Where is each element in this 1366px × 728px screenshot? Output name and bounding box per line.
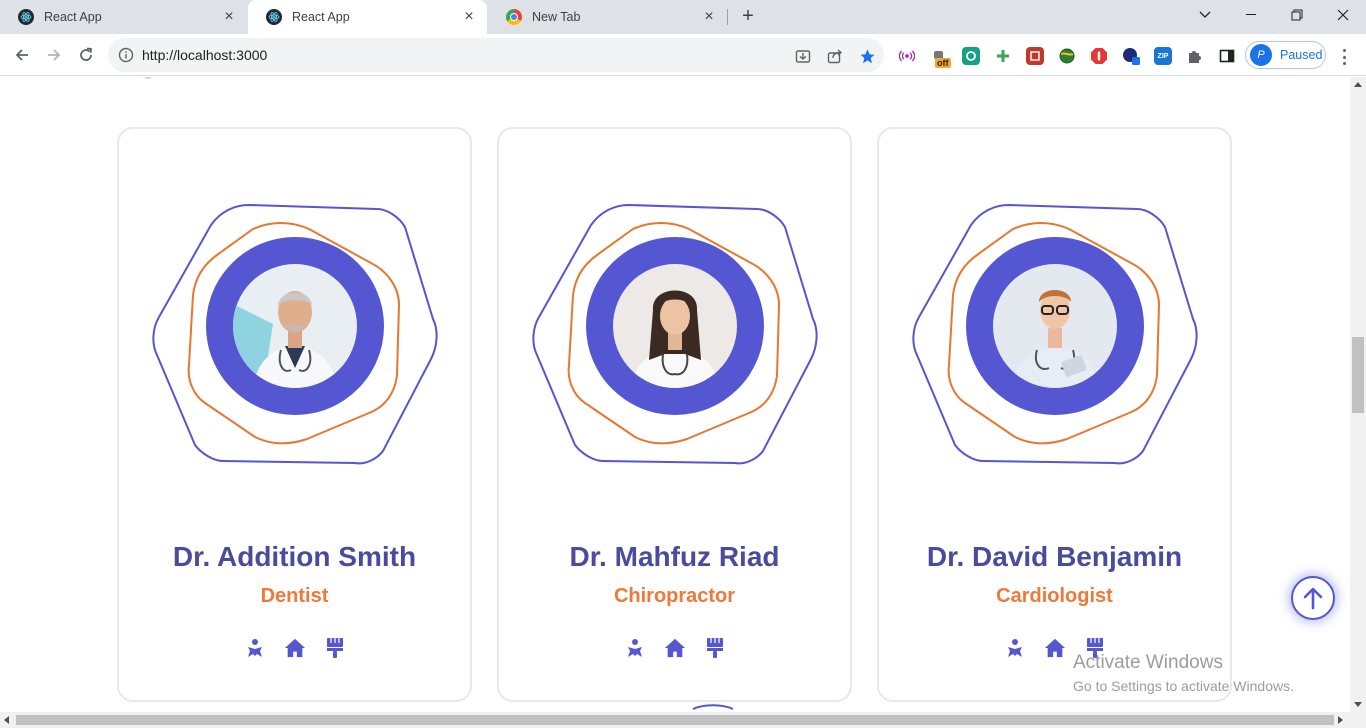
- reload-button[interactable]: [73, 42, 99, 68]
- avatar: P: [1250, 44, 1272, 66]
- doctor-card: Dr. Addition Smith Dentist: [117, 127, 472, 702]
- close-icon[interactable]: ×: [461, 9, 477, 25]
- share-button[interactable]: [826, 47, 844, 65]
- doctor-specialty: Chiropractor: [613, 585, 736, 607]
- tab-separator: [727, 9, 728, 25]
- tab-react-app-1[interactable]: React App ×: [0, 0, 247, 34]
- home-icon[interactable]: [284, 637, 306, 659]
- forward-button[interactable]: [41, 42, 67, 68]
- scroll-down-arrow[interactable]: [1354, 702, 1362, 707]
- horizontal-scrollbar[interactable]: [0, 712, 1366, 728]
- react-icon: [266, 9, 282, 25]
- arrow-up-icon: [1303, 587, 1323, 610]
- close-icon[interactable]: ×: [701, 9, 717, 25]
- social-links: [119, 637, 470, 659]
- browser-toolbar: http://localhost:3000 off ZIP P Paused: [0, 34, 1366, 76]
- doctor-photo: [613, 264, 737, 388]
- puzzle-red-extension-icon[interactable]: [1026, 47, 1044, 65]
- brush-icon[interactable]: [324, 637, 346, 659]
- doctor-photo: [993, 264, 1117, 388]
- decorative-wave: [692, 704, 734, 710]
- close-icon[interactable]: ×: [221, 9, 237, 25]
- doctor-specialty: Cardiologist: [996, 585, 1113, 607]
- decorative-dot: [144, 77, 152, 79]
- github-icon[interactable]: [1004, 637, 1026, 659]
- zip-badge: ZIP: [1157, 52, 1169, 60]
- restore-icon: [1291, 9, 1303, 21]
- star-icon: [859, 48, 875, 63]
- avatar-ring: [966, 237, 1144, 415]
- new-tab-button[interactable]: +: [738, 6, 758, 26]
- bookmark-button[interactable]: [858, 47, 876, 65]
- scroll-right-arrow[interactable]: [1338, 716, 1343, 724]
- doctor-name: Dr. Mahfuz Riad: [569, 541, 780, 572]
- scroll-left-arrow[interactable]: [4, 716, 9, 724]
- profile-status: Paused: [1280, 48, 1323, 62]
- windows-activation-watermark: Activate Windows Go to Settings to activ…: [1073, 652, 1294, 694]
- doctor-name: Dr. David Benjamin: [926, 541, 1183, 572]
- download-icon: [795, 50, 811, 63]
- adblock-extension-icon[interactable]: [1090, 47, 1108, 65]
- arrow-left-icon: [15, 49, 28, 61]
- url-text[interactable]: http://localhost:3000: [142, 47, 267, 63]
- page-content: Dr. Addition Smith Dentist Dr. Mahfuz Ri…: [0, 77, 1350, 712]
- scrollbar-thumb[interactable]: [16, 715, 1334, 725]
- close-window-button[interactable]: [1320, 0, 1366, 30]
- info-icon[interactable]: [118, 47, 134, 63]
- tab-title: React App: [292, 10, 350, 24]
- watermark-title: Activate Windows: [1073, 652, 1223, 673]
- arrow-right-icon: [48, 49, 61, 61]
- puzzle-icon: [1189, 51, 1201, 63]
- social-links: [499, 637, 850, 659]
- avatar-ring: [586, 237, 764, 415]
- react-icon: [18, 9, 34, 25]
- doctor-card: Dr. Mahfuz Riad Chiropractor: [497, 127, 852, 702]
- doctor-name: Dr. Addition Smith: [172, 541, 417, 572]
- back-button[interactable]: [9, 42, 35, 68]
- github-icon[interactable]: [624, 637, 646, 659]
- broadcast-extension-icon[interactable]: [898, 47, 916, 65]
- tool-extension-icon[interactable]: [1122, 47, 1140, 65]
- off-extension-icon[interactable]: off: [930, 47, 951, 68]
- minimize-icon: [1246, 14, 1256, 15]
- grammar-extension-icon[interactable]: [962, 47, 980, 65]
- install-app-button[interactable]: [794, 47, 812, 65]
- tab-search-button[interactable]: [1182, 0, 1228, 30]
- minimize-button[interactable]: [1228, 0, 1274, 30]
- brush-icon[interactable]: [704, 637, 726, 659]
- doctor-card: Dr. David Benjamin Cardiologist: [877, 127, 1232, 702]
- home-icon[interactable]: [664, 637, 686, 659]
- tab-react-app-2[interactable]: React App ×: [248, 0, 487, 34]
- doctor-specialty: Dentist: [260, 585, 329, 607]
- address-bar[interactable]: http://localhost:3000: [108, 38, 884, 72]
- reload-icon: [80, 47, 92, 61]
- plus-extension-icon[interactable]: [994, 47, 1012, 65]
- globe-extension-icon[interactable]: [1058, 47, 1076, 65]
- side-panel-icon: [1219, 49, 1235, 63]
- tab-new-tab[interactable]: New Tab ×: [488, 0, 727, 34]
- scrollbar-thumb[interactable]: [1352, 337, 1364, 413]
- extensions-menu-button[interactable]: [1186, 47, 1204, 65]
- tab-title: New Tab: [532, 10, 581, 24]
- side-panel-button[interactable]: [1218, 47, 1236, 65]
- restore-button[interactable]: [1274, 0, 1320, 30]
- scroll-up-arrow[interactable]: [1354, 82, 1362, 87]
- vertical-scrollbar[interactable]: [1350, 77, 1366, 712]
- avatar-ring: [206, 237, 384, 415]
- extension-badge: off: [935, 58, 951, 68]
- tab-title: React App: [44, 10, 102, 24]
- browser-menu-button[interactable]: [1334, 47, 1354, 67]
- chevron-down-icon: [1199, 11, 1211, 18]
- home-icon[interactable]: [1044, 637, 1066, 659]
- tab-strip: React App × React App × New Tab × +: [0, 0, 1366, 34]
- chrome-icon: [506, 9, 522, 25]
- watermark-subtitle: Go to Settings to activate Windows.: [1073, 678, 1294, 694]
- profile-button[interactable]: P Paused: [1245, 41, 1326, 69]
- close-icon: [1337, 9, 1349, 21]
- github-icon[interactable]: [244, 637, 266, 659]
- zip-extension-icon[interactable]: ZIP: [1154, 47, 1172, 65]
- doctor-photo: [233, 264, 357, 388]
- share-icon: [827, 49, 843, 64]
- scroll-to-top-button[interactable]: [1291, 576, 1335, 620]
